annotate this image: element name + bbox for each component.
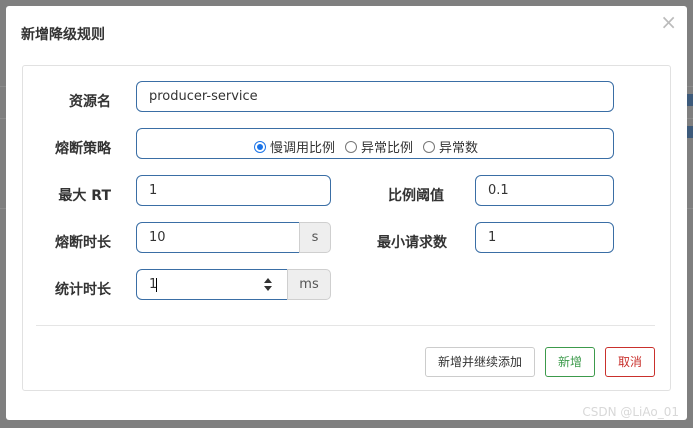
resource-name-input[interactable]: producer-service: [136, 81, 614, 112]
save-and-continue-button[interactable]: 新增并继续添加: [425, 347, 535, 377]
number-spinner[interactable]: [263, 277, 273, 293]
break-duration-label: 熔断时长: [55, 235, 111, 251]
radio-unchecked-icon[interactable]: [423, 140, 436, 153]
max-rt-label: 最大 RT: [58, 188, 111, 204]
stat-duration-unit: ms: [287, 269, 331, 300]
max-rt-input[interactable]: 1: [136, 175, 331, 206]
strategy-label: 熔断策略: [55, 141, 111, 157]
cancel-button[interactable]: 取消: [605, 347, 655, 377]
ratio-threshold-input[interactable]: 0.1: [475, 175, 614, 206]
break-duration-input[interactable]: 10: [136, 222, 300, 253]
background-text-fragment: [687, 94, 693, 106]
ratio-threshold-label: 比例阈值: [388, 188, 444, 204]
add-button[interactable]: 新增: [545, 347, 595, 377]
radio-slow-ratio-label: 慢调用比例: [270, 141, 336, 156]
radio-slow-ratio[interactable]: 慢调用比例: [254, 137, 335, 156]
dialog-header: 新增降级规则 ×: [6, 6, 687, 58]
background-text-fragment: [687, 126, 693, 138]
radio-error-count[interactable]: 异常数: [423, 137, 478, 156]
text-cursor: [156, 278, 157, 292]
degrade-rule-dialog: 新增降级规则 × 资源名 producer-service 熔断策略 慢调用比例…: [6, 6, 687, 420]
spinner-up-icon[interactable]: [264, 278, 272, 283]
spinner-down-icon[interactable]: [264, 286, 272, 291]
radio-error-ratio[interactable]: 异常比例: [345, 137, 413, 156]
watermark: CSDN @LiAo_01: [582, 405, 679, 419]
min-requests-input[interactable]: 1: [475, 222, 614, 253]
radio-error-ratio-label: 异常比例: [361, 141, 414, 156]
footer-divider: [36, 325, 655, 326]
min-requests-label: 最小请求数: [377, 235, 447, 251]
resource-name-label: 资源名: [69, 94, 111, 110]
rule-form-panel: 资源名 producer-service 熔断策略 慢调用比例 异常比例 异常数…: [22, 65, 671, 391]
close-icon[interactable]: ×: [660, 12, 677, 32]
break-duration-unit: s: [299, 222, 331, 253]
radio-unchecked-icon[interactable]: [345, 140, 358, 153]
stat-duration-label: 统计时长: [55, 282, 111, 298]
radio-checked-icon[interactable]: [254, 140, 266, 153]
dialog-title: 新增降级规则: [21, 27, 105, 43]
radio-error-count-label: 异常数: [439, 141, 479, 156]
strategy-radio-group: 慢调用比例 异常比例 异常数: [254, 137, 488, 156]
